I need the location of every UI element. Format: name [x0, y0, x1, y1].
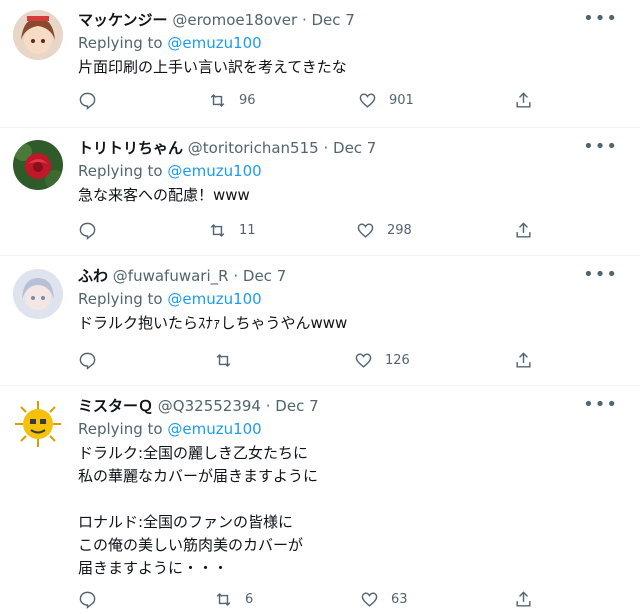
reply-icon	[79, 92, 96, 110]
like-button[interactable]: 298	[356, 221, 412, 240]
like-icon	[359, 93, 376, 108]
action-bar: 126	[78, 351, 548, 373]
timestamp[interactable]: Dec 7	[275, 397, 318, 415]
tweet[interactable]: マッケンジー @eromoe18over · Dec 7 ••• Replyin…	[0, 0, 640, 128]
tweet[interactable]: ふわ @fuwafuwari_R · Dec 7 ••• Replying to…	[0, 256, 640, 386]
like-icon	[361, 592, 378, 607]
reply-icon	[79, 591, 96, 609]
like-icon	[357, 223, 374, 238]
display-name[interactable]: ふわ	[78, 267, 108, 285]
like-icon	[355, 353, 372, 368]
action-bar: 96 901	[78, 91, 548, 113]
avatar[interactable]	[13, 10, 63, 60]
tweet[interactable]: ミスターＱ @Q32552394 · Dec 7 ••• Replying to…	[0, 386, 640, 614]
replying-handle-link[interactable]: @emuzu100	[167, 162, 261, 180]
replying-label: Replying to	[78, 290, 163, 308]
avatar[interactable]	[13, 399, 63, 449]
retweet-icon	[210, 223, 225, 238]
separator: ·	[323, 139, 329, 157]
share-icon	[516, 591, 531, 607]
separator: ·	[233, 267, 239, 285]
retweet-button[interactable]: 96	[208, 91, 256, 110]
retweet-count: 96	[239, 93, 256, 108]
tweet[interactable]: トリトリちゃん @toritorichan515 · Dec 7 ••• Rep…	[0, 128, 640, 256]
retweet-icon	[216, 353, 231, 368]
share-icon	[516, 92, 531, 108]
reply-button[interactable]	[78, 221, 97, 240]
like-button[interactable]: 901	[358, 91, 414, 110]
like-count: 63	[391, 592, 408, 607]
avatar[interactable]	[13, 269, 63, 319]
avatar-image	[13, 10, 63, 60]
retweet-count: 11	[239, 223, 256, 238]
replying-label: Replying to	[78, 162, 163, 180]
avatar-image	[13, 399, 63, 449]
avatar-image	[13, 269, 63, 319]
user-handle[interactable]: @eromoe18over	[172, 11, 297, 29]
like-count: 126	[385, 353, 410, 368]
reply-button[interactable]	[78, 91, 97, 110]
tweet-text: 片面印刷の上手い言い訳を考えてきたな	[78, 58, 347, 76]
display-name[interactable]: ミスターＱ	[78, 397, 153, 415]
more-icon[interactable]: •••	[583, 136, 618, 157]
replying-label: Replying to	[78, 34, 163, 52]
reply-button[interactable]	[78, 351, 97, 370]
reply-button[interactable]	[78, 590, 97, 609]
replying-label: Replying to	[78, 420, 163, 438]
share-icon	[516, 352, 531, 368]
like-count: 901	[389, 93, 414, 108]
retweet-button[interactable]: 6	[214, 590, 253, 609]
more-icon[interactable]: •••	[583, 264, 618, 285]
like-count: 298	[387, 223, 412, 238]
more-icon[interactable]: •••	[583, 394, 618, 415]
timestamp[interactable]: Dec 7	[333, 139, 376, 157]
share-icon	[516, 222, 531, 238]
share-button[interactable]	[514, 91, 533, 110]
tweet-text: 急な来客への配慮！www	[78, 186, 250, 204]
share-button[interactable]	[514, 351, 533, 370]
timestamp[interactable]: Dec 7	[312, 11, 355, 29]
user-handle[interactable]: @toritorichan515	[188, 139, 319, 157]
share-button[interactable]	[514, 590, 533, 609]
user-handle[interactable]: @Q32552394	[158, 397, 261, 415]
reply-icon	[79, 352, 96, 370]
retweet-button[interactable]	[214, 351, 245, 370]
share-button[interactable]	[514, 221, 533, 240]
more-icon[interactable]: •••	[583, 8, 618, 29]
timestamp[interactable]: Dec 7	[243, 267, 286, 285]
replying-handle-link[interactable]: @emuzu100	[167, 34, 261, 52]
action-bar: 6 63	[78, 590, 548, 612]
like-button[interactable]: 63	[360, 590, 408, 609]
retweet-button[interactable]: 11	[208, 221, 256, 240]
action-bar: 11 298	[78, 221, 548, 243]
reply-icon	[79, 222, 96, 240]
display-name[interactable]: マッケンジー	[78, 11, 168, 29]
separator: ·	[265, 397, 271, 415]
display-name[interactable]: トリトリちゃん	[78, 139, 183, 157]
avatar-image	[13, 140, 63, 190]
tweet-text: ドラルク:全国の麗しき乙女たちに 私の華麗なカバーが届きますように ロナルド:全…	[78, 444, 319, 577]
separator: ·	[301, 11, 307, 29]
retweet-count: 6	[245, 592, 254, 607]
avatar[interactable]	[13, 140, 63, 190]
retweet-icon	[210, 93, 225, 108]
replying-handle-link[interactable]: @emuzu100	[167, 420, 261, 438]
tweet-text: ドラルク抱いたらｽﾅｧしちゃうやんwww	[78, 314, 348, 332]
replying-handle-link[interactable]: @emuzu100	[167, 290, 261, 308]
retweet-icon	[216, 592, 231, 607]
user-handle[interactable]: @fuwafuwari_R	[113, 267, 229, 285]
like-button[interactable]: 126	[354, 351, 410, 370]
